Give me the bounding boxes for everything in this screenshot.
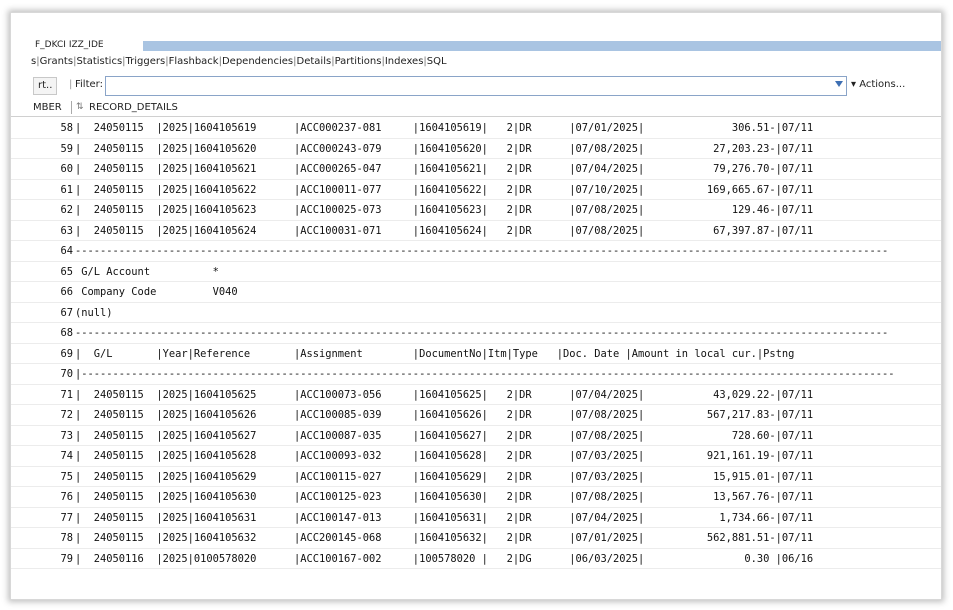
record-details-cell[interactable]: ----------------------------------------… xyxy=(75,241,888,261)
record-details-cell[interactable]: | 24050115 |2025|1604105630 |ACC100125-0… xyxy=(75,487,813,507)
object-subtabs: s |Grants |Statistics |Triggers |Flashba… xyxy=(11,53,941,71)
row-number-cell[interactable]: 70 xyxy=(11,364,73,384)
row-number-cell[interactable]: 75 xyxy=(11,467,73,487)
data-toolbar: rt.. | Filter: ▾ Actions... xyxy=(11,76,941,96)
table-row[interactable]: 74 | 24050115 |2025|1604105628 |ACC100093… xyxy=(11,446,941,467)
table-row[interactable]: 73 | 24050115 |2025|1604105627 |ACC100087… xyxy=(11,426,941,446)
row-number-cell[interactable]: 79 xyxy=(11,549,73,569)
tab-indexes[interactable]: Indexes xyxy=(385,53,424,71)
tab-partitions[interactable]: Partitions xyxy=(335,53,382,71)
record-details-cell[interactable]: | 24050115 |2025|1604105621 |ACC000265-0… xyxy=(75,159,813,179)
record-details-cell[interactable]: |---------------------------------------… xyxy=(75,364,895,384)
row-number-cell[interactable]: 68 xyxy=(11,323,73,343)
record-details-cell[interactable]: G/L Account * xyxy=(75,262,219,282)
record-details-cell[interactable]: | 24050115 |2025|1604105622 |ACC100011-0… xyxy=(75,180,813,200)
row-number-cell[interactable]: 59 xyxy=(11,139,73,159)
record-details-cell[interactable]: | 24050115 |2025|1604105623 |ACC100025-0… xyxy=(75,200,813,220)
row-number-cell[interactable]: 71 xyxy=(11,385,73,405)
table-row[interactable]: 61 | 24050115 |2025|1604105622 |ACC100011… xyxy=(11,180,941,200)
row-number-cell[interactable]: 77 xyxy=(11,508,73,528)
table-row[interactable]: 64 --------------------------------------… xyxy=(11,241,941,262)
record-details-cell[interactable]: | 24050115 |2025|1604105625 |ACC100073-0… xyxy=(75,385,813,405)
document-tab-strip xyxy=(143,41,941,51)
document-tab[interactable]: F_DKCI IZZ_IDE xyxy=(11,37,143,53)
table-row[interactable]: 68 --------------------------------------… xyxy=(11,323,941,344)
table-row[interactable]: 62 | 24050115 |2025|1604105623 |ACC100025… xyxy=(11,200,941,221)
data-grid: 58 | 24050115 |2025|1604105619 |ACC000237… xyxy=(11,118,941,569)
tab-dependencies[interactable]: Dependencies xyxy=(222,53,293,71)
filter-label: Filter: xyxy=(75,79,103,90)
row-number-cell[interactable]: 65 xyxy=(11,262,73,282)
record-details-cell[interactable]: | 24050116 |2025|0100578020 |ACC100167-0… xyxy=(75,549,813,569)
filter-dropdown-icon[interactable] xyxy=(835,81,843,87)
table-row[interactable]: 77 | 24050115 |2025|1604105631 |ACC100147… xyxy=(11,508,941,528)
tab-statistics[interactable]: Statistics xyxy=(76,53,122,71)
record-details-cell[interactable]: | 24050115 |2025|1604105629 |ACC100115-0… xyxy=(75,467,813,487)
grid-column-header: MBER ⇅ RECORD_DETAILS xyxy=(11,98,941,117)
filter-input[interactable] xyxy=(105,76,847,96)
record-details-cell[interactable]: | G/L |Year|Reference |Assignment |Docum… xyxy=(75,344,794,364)
table-row[interactable]: 59 | 24050115 |2025|1604105620 |ACC000243… xyxy=(11,139,941,159)
tab-flashback[interactable]: Flashback xyxy=(169,53,219,71)
record-details-cell[interactable]: | 24050115 |2025|1604105631 |ACC100147-0… xyxy=(75,508,813,528)
row-number-cell[interactable]: 58 xyxy=(11,118,73,138)
tab-sql[interactable]: SQL xyxy=(427,53,447,71)
column-header-record-details[interactable]: RECORD_DETAILS xyxy=(89,98,178,117)
table-row[interactable]: 70 |-------------------------------------… xyxy=(11,364,941,385)
row-number-cell[interactable]: 69 xyxy=(11,344,73,364)
row-number-cell[interactable]: 78 xyxy=(11,528,73,548)
row-number-cell[interactable]: 76 xyxy=(11,487,73,507)
row-number-cell[interactable]: 66 xyxy=(11,282,73,302)
sql-developer-window: F_DKCI IZZ_IDE s |Grants |Statistics |Tr… xyxy=(10,12,942,600)
table-row[interactable]: 58 | 24050115 |2025|1604105619 |ACC000237… xyxy=(11,118,941,139)
table-row[interactable]: 69 | G/L |Year|Reference |Assignment |Doc… xyxy=(11,344,941,364)
row-number-cell[interactable]: 60 xyxy=(11,159,73,179)
record-details-cell[interactable]: | 24050115 |2025|1604105626 |ACC100085-0… xyxy=(75,405,813,425)
table-row[interactable]: 76 | 24050115 |2025|1604105630 |ACC100125… xyxy=(11,487,941,508)
column-header-number[interactable]: MBER xyxy=(33,98,62,117)
table-row[interactable]: 71 | 24050115 |2025|1604105625 |ACC100073… xyxy=(11,385,941,405)
row-number-cell[interactable]: 74 xyxy=(11,446,73,466)
table-row[interactable]: 65 G/L Account * xyxy=(11,262,941,282)
row-number-cell[interactable]: 63 xyxy=(11,221,73,241)
table-row[interactable]: 72 | 24050115 |2025|1604105626 |ACC100085… xyxy=(11,405,941,426)
sort-button[interactable]: rt.. xyxy=(33,77,58,95)
record-details-cell[interactable]: ----------------------------------------… xyxy=(75,323,888,343)
table-row[interactable]: 66 Company Code V040 xyxy=(11,282,941,303)
tab-triggers[interactable]: Triggers xyxy=(126,53,166,71)
actions-menu[interactable]: ▾ Actions... xyxy=(851,79,905,90)
table-row[interactable]: 75 | 24050115 |2025|1604105629 |ACC100115… xyxy=(11,467,941,487)
row-number-cell[interactable]: 64 xyxy=(11,241,73,261)
table-row[interactable]: 63 | 24050115 |2025|1604105624 |ACC100031… xyxy=(11,221,941,241)
tab-grants[interactable]: Grants xyxy=(40,53,73,71)
row-number-cell[interactable]: 73 xyxy=(11,426,73,446)
tab-details[interactable]: Details xyxy=(297,53,332,71)
row-number-cell[interactable]: 72 xyxy=(11,405,73,425)
table-row[interactable]: 79 | 24050116 |2025|0100578020 |ACC100167… xyxy=(11,549,941,569)
row-number-cell[interactable]: 62 xyxy=(11,200,73,220)
toolbar-separator: | xyxy=(69,79,73,90)
record-details-cell[interactable]: (null) xyxy=(75,303,113,323)
table-row[interactable]: 78 | 24050115 |2025|1604105632 |ACC200145… xyxy=(11,528,941,549)
row-number-cell[interactable]: 61 xyxy=(11,180,73,200)
sort-arrows-icon[interactable]: ⇅ xyxy=(76,98,84,117)
record-details-cell[interactable]: | 24050115 |2025|1604105632 |ACC200145-0… xyxy=(75,528,813,548)
column-divider[interactable] xyxy=(71,101,72,114)
record-details-cell[interactable]: | 24050115 |2025|1604105627 |ACC100087-0… xyxy=(75,426,813,446)
row-number-cell[interactable]: 67 xyxy=(11,303,73,323)
record-details-cell[interactable]: | 24050115 |2025|1604105624 |ACC100031-0… xyxy=(75,221,813,241)
table-row[interactable]: 60 | 24050115 |2025|1604105621 |ACC000265… xyxy=(11,159,941,180)
table-row[interactable]: 67 (null) xyxy=(11,303,941,323)
record-details-cell[interactable]: Company Code V040 xyxy=(75,282,237,302)
record-details-cell[interactable]: | 24050115 |2025|1604105619 |ACC000237-0… xyxy=(75,118,813,138)
record-details-cell[interactable]: | 24050115 |2025|1604105620 |ACC000243-0… xyxy=(75,139,813,159)
record-details-cell[interactable]: | 24050115 |2025|1604105628 |ACC100093-0… xyxy=(75,446,813,466)
